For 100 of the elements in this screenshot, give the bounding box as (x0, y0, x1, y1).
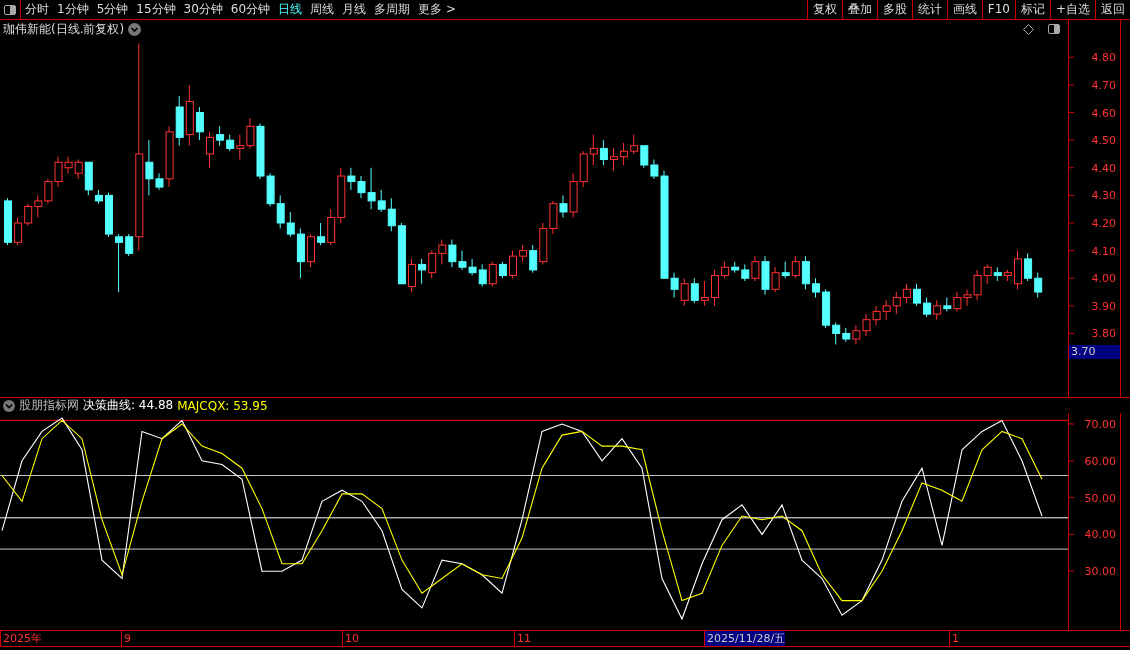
candlestick (246, 117, 255, 149)
toolbar-button[interactable]: 叠加 (841, 0, 877, 19)
candlestick (428, 250, 437, 279)
y-axis-label: 50.00 (1084, 491, 1116, 505)
candlestick (559, 194, 568, 218)
candlestick (195, 106, 204, 141)
candlestick (791, 255, 800, 279)
price-label: 4.70 (1091, 78, 1116, 92)
diamond-icon[interactable] (1023, 23, 1034, 35)
toolbar-button[interactable]: +自选 (1049, 0, 1095, 19)
candlestick (751, 255, 760, 282)
candlestick (902, 283, 911, 304)
price-label: 4.50 (1091, 134, 1116, 148)
date-label: 9 (121, 631, 131, 646)
candlestick (408, 258, 416, 293)
candlestick (387, 197, 396, 232)
y-axis-label: 40.00 (1084, 528, 1116, 542)
dropdown-icon[interactable] (3, 399, 15, 412)
date-label: 10 (342, 631, 359, 646)
indicator-reading: 决策曲线: 44.88 (83, 397, 174, 414)
candlestick (1034, 272, 1043, 299)
candlestick (418, 258, 427, 285)
candlestick (630, 134, 639, 155)
candlestick (34, 194, 43, 218)
candlestick (74, 158, 83, 180)
price-label: 3.80 (1091, 327, 1116, 341)
candlestick (115, 233, 124, 293)
period-tab[interactable]: 1分钟 (53, 1, 93, 18)
candlestick (438, 239, 447, 265)
candlestick (377, 189, 386, 213)
candlestick (1024, 252, 1033, 282)
candlestick (529, 244, 538, 274)
y-axis-label: 70.00 (1084, 418, 1116, 432)
candlestick (599, 139, 608, 166)
candlestick (509, 250, 517, 279)
indicator-name: 股朋指标网 (19, 397, 79, 414)
price-label: 4.60 (1091, 106, 1116, 120)
candlestick (488, 261, 497, 288)
candlestick (690, 277, 699, 304)
toolbar-button[interactable]: 画线 (946, 0, 982, 19)
date-label: 2025/11/28/五 (704, 631, 786, 646)
period-tab[interactable]: 60分钟 (226, 1, 275, 18)
y-axis-label: 60.00 (1084, 454, 1116, 468)
period-tab[interactable]: 多周期 (370, 1, 415, 18)
price-label: 4.40 (1091, 161, 1116, 175)
price-label: 3.90 (1091, 299, 1116, 313)
more-menu[interactable]: 更多 > (414, 1, 460, 18)
candlestick (933, 299, 942, 321)
period-tab[interactable]: 周线 (306, 1, 339, 18)
candlestick (983, 263, 992, 285)
toolbar-button[interactable]: 统计 (911, 0, 947, 19)
candlestick (317, 222, 326, 246)
cursor-price-label: 3.70 (1069, 345, 1120, 359)
candlestick (206, 131, 214, 169)
toolbar-button[interactable]: 多股 (876, 0, 912, 19)
period-tab[interactable]: 5分钟 (92, 1, 133, 18)
candlestick (640, 145, 649, 169)
period-tab[interactable]: 月线 (338, 1, 371, 18)
candlestick (125, 233, 134, 257)
price-label: 4.10 (1091, 244, 1116, 258)
candlestick (620, 142, 629, 166)
price-label: 4.00 (1091, 272, 1116, 286)
candlestick (923, 297, 932, 318)
candlestick (14, 216, 23, 246)
date-label: 1 (949, 631, 959, 646)
dropdown-icon[interactable] (128, 22, 142, 36)
candlestick (286, 211, 295, 238)
toolbar-button[interactable]: 复权 (806, 0, 842, 19)
chart-title: 珈伟新能(日线.前复权) (3, 20, 125, 38)
candlestick (882, 299, 891, 321)
panel-toggle-icon[interactable] (1046, 21, 1062, 37)
date-label: 11 (514, 631, 531, 646)
candlestick (801, 255, 810, 290)
indicator-reading: MAJCQX: 53.95 (177, 398, 268, 413)
price-label: 4.20 (1091, 217, 1116, 230)
toolbar-button[interactable]: 标记 (1014, 0, 1050, 19)
date-label: 2025年 (0, 631, 42, 646)
period-tab[interactable]: 分时 (21, 1, 53, 18)
toolbar-button[interactable]: F10 (981, 0, 1015, 19)
candlestick (24, 203, 33, 227)
candlestick (276, 194, 285, 230)
toolbar-button[interactable]: 返回 (1095, 0, 1130, 19)
candlestick (812, 277, 820, 299)
price-label: 4.80 (1091, 51, 1116, 65)
candlestick (711, 269, 719, 307)
period-tab[interactable]: 15分钟 (132, 1, 180, 18)
candlestick (610, 147, 618, 172)
candlestick (236, 134, 245, 160)
candlestick (680, 277, 689, 307)
period-tab[interactable]: 日线 (274, 1, 307, 18)
candlestick (913, 283, 921, 307)
candlestick (771, 266, 780, 293)
period-tab[interactable]: 30分钟 (179, 1, 227, 18)
candlestick (892, 291, 901, 315)
candlestick (832, 321, 841, 346)
candlestick (700, 280, 709, 307)
candlestick (589, 134, 598, 166)
price-label: 4.30 (1091, 189, 1116, 203)
y-axis-label: 30.00 (1084, 565, 1116, 579)
candlestick (478, 263, 487, 288)
